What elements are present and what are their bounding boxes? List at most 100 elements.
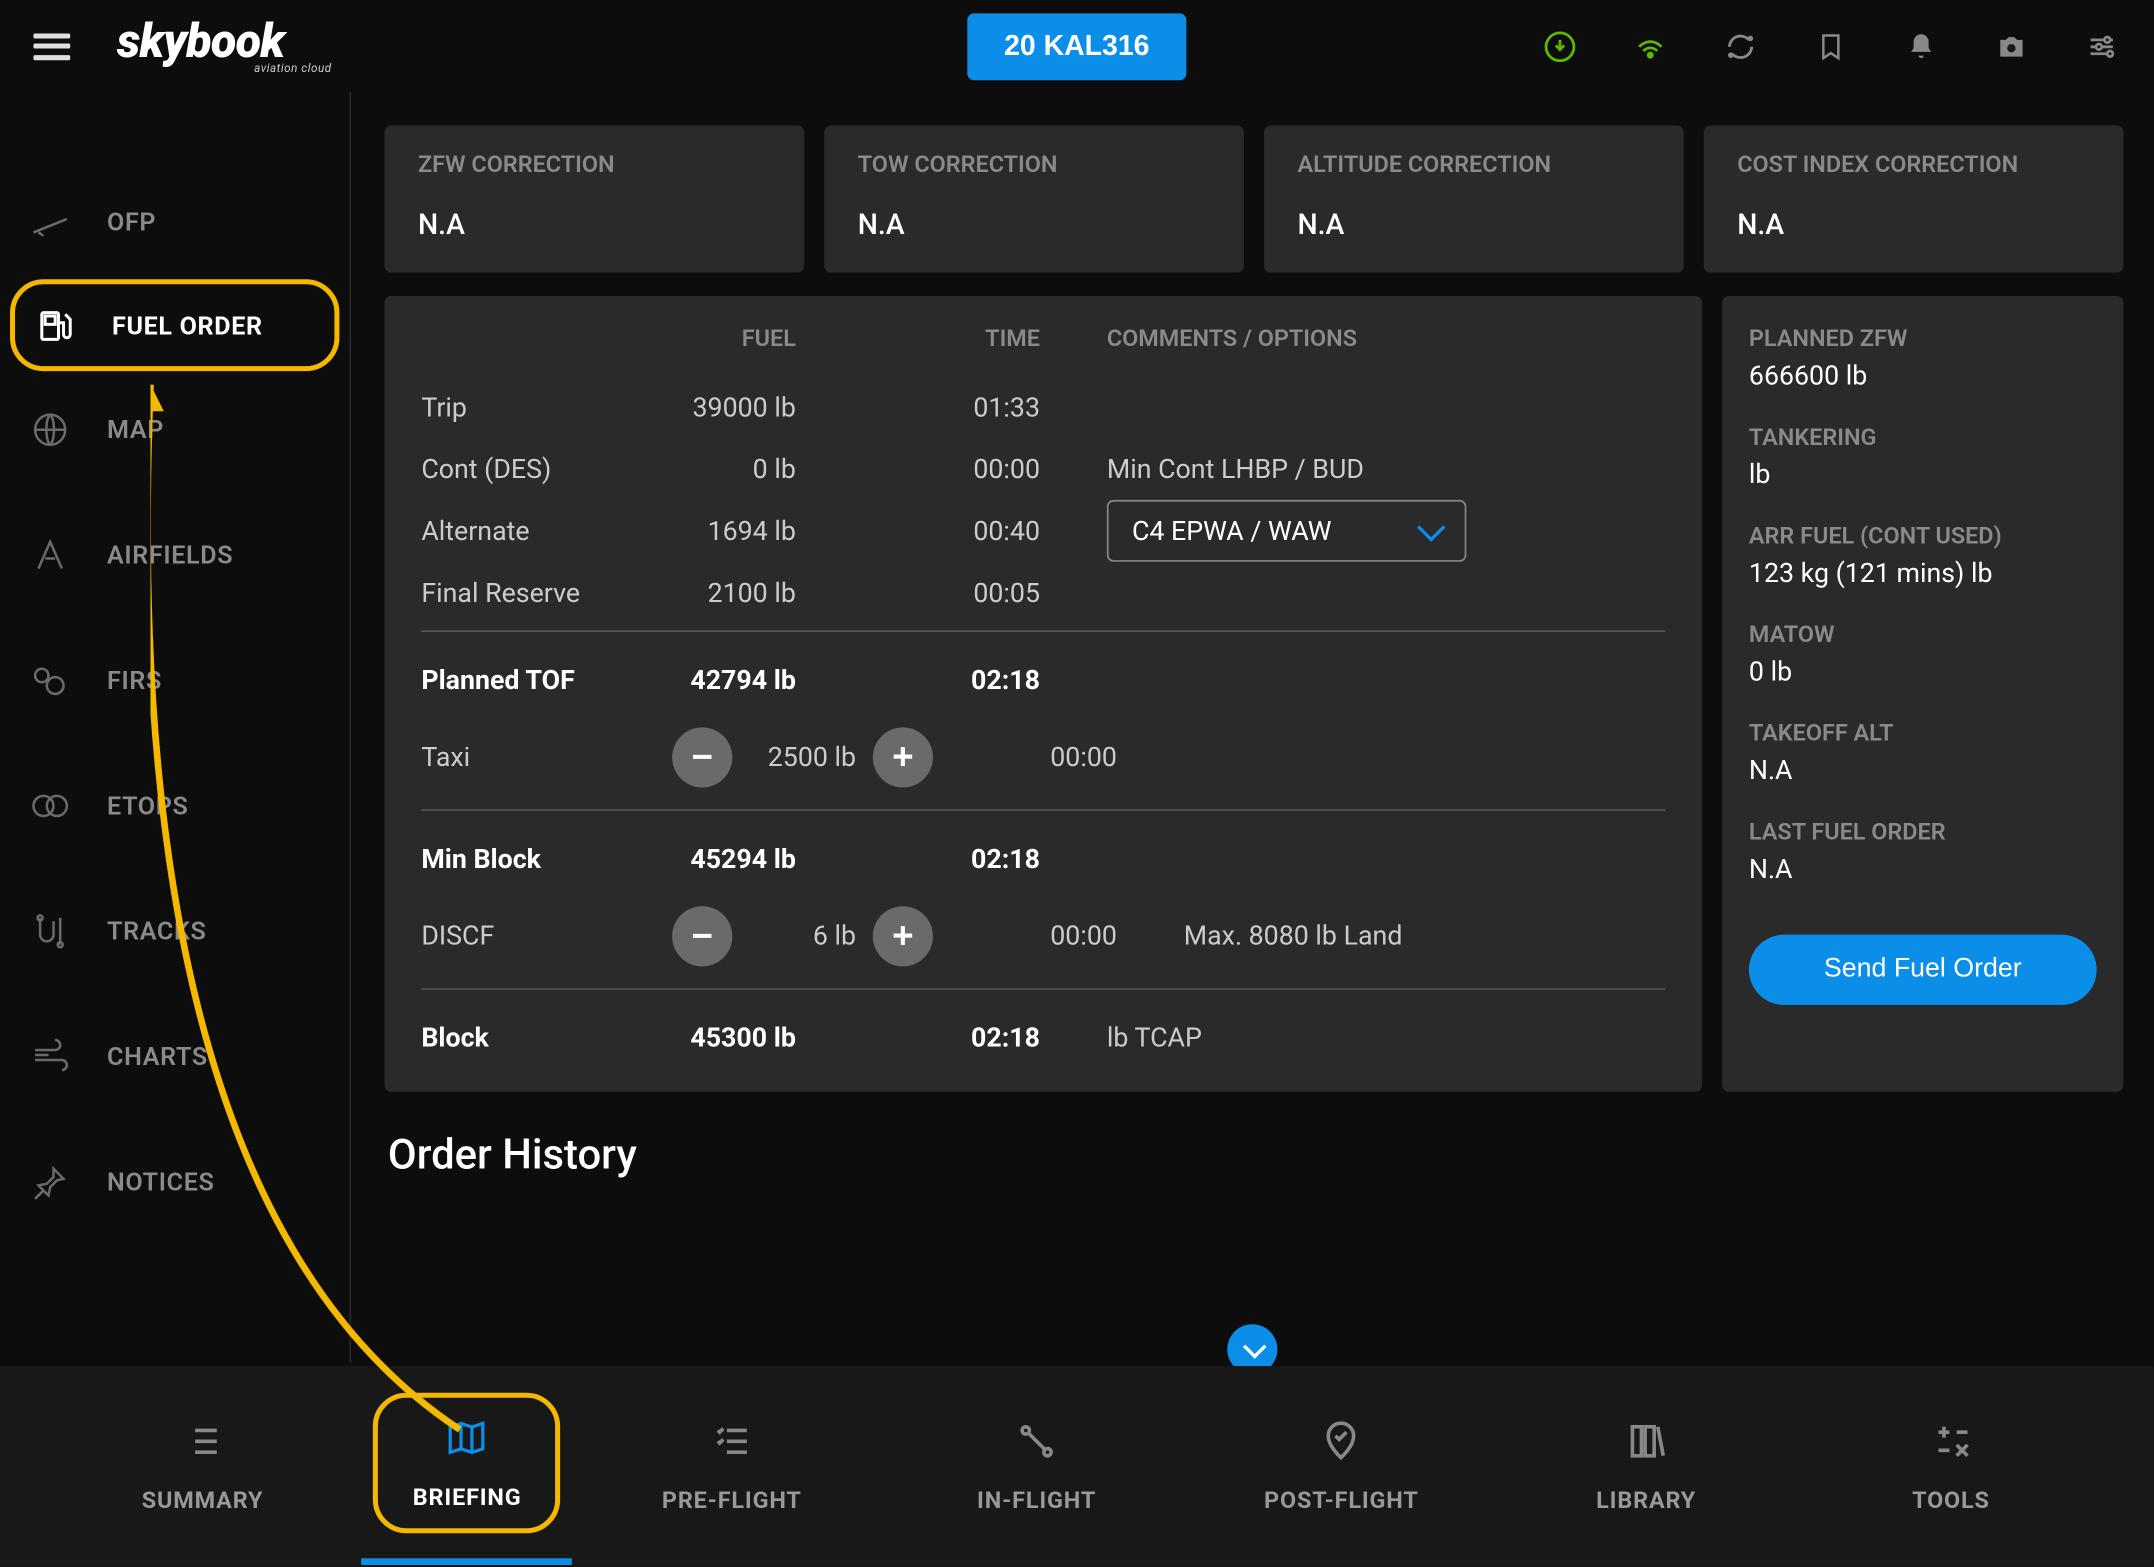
divider — [421, 809, 1665, 811]
fuel-pump-icon — [35, 305, 75, 345]
nav-library[interactable]: LIBRARY — [1512, 1418, 1780, 1515]
nav-label: PRE-FLIGHT — [662, 1488, 802, 1515]
row-block: Block 45300 lb 02:18 lb TCAP — [421, 1007, 1665, 1069]
row-taxi: Taxi − 2500 lb + 00:00 — [421, 711, 1665, 803]
tracks-icon — [30, 910, 70, 950]
camera-icon[interactable] — [1993, 28, 2030, 65]
row-discf: DISCF − 6 lb + 00:00 Max. 8080 lb Land — [421, 890, 1665, 982]
main-content: ZFW CORRECTION N.A TOW CORRECTION N.A AL… — [351, 92, 2153, 1366]
fuel-table-header: FUEL TIME COMMENTS / OPTIONS — [421, 326, 1665, 353]
globe-icon — [30, 409, 70, 449]
header: skybook aviation cloud 20 KAL316 — [0, 0, 2154, 92]
nav-label: IN-FLIGHT — [977, 1488, 1096, 1515]
sidebar-item-label: FIRS — [107, 665, 162, 695]
header-icons — [1542, 28, 2121, 65]
divider — [421, 630, 1665, 632]
card-label: COST INDEX CORRECTION — [1737, 152, 2090, 179]
sidebar: OFP FUEL ORDER MAP AIRFIELDS FIRS ETOPS … — [0, 92, 351, 1363]
plane-icon — [30, 201, 70, 241]
row-trip: Trip 39000 lb 01:33 — [421, 376, 1665, 438]
books-icon — [1623, 1418, 1670, 1465]
sidebar-item-label: CHARTS — [107, 1041, 208, 1071]
menu-button[interactable] — [33, 33, 70, 60]
send-fuel-order-button[interactable]: Send Fuel Order — [1749, 935, 2097, 1005]
taxi-decrement-button[interactable]: − — [672, 726, 732, 786]
sidebar-item-charts[interactable]: CHARTS — [0, 993, 349, 1118]
wind-icon — [30, 1036, 70, 1076]
download-icon[interactable] — [1542, 28, 1579, 65]
nav-label: LIBRARY — [1596, 1488, 1696, 1515]
sidebar-item-label: AIRFIELDS — [107, 539, 233, 569]
cost-index-correction-card[interactable]: COST INDEX CORRECTION N.A — [1704, 125, 2124, 272]
list-icon — [179, 1418, 226, 1465]
wifi-icon[interactable] — [1632, 28, 1669, 65]
sp-arr-fuel: ARR FUEL (CONT USED) 123 kg (121 mins) l… — [1749, 523, 2097, 588]
nav-pre-flight[interactable]: PRE-FLIGHT — [598, 1418, 866, 1515]
sp-last-fuel-order: LAST FUEL ORDER N.A — [1749, 819, 2097, 884]
sidebar-item-label: MAP — [107, 414, 164, 444]
sidebar-item-label: TRACKS — [107, 915, 207, 945]
alternate-dropdown[interactable]: C4 EPWA / WAW — [1107, 500, 1466, 562]
nav-label: SUMMARY — [142, 1488, 264, 1515]
discf-increment-button[interactable]: + — [873, 905, 933, 965]
card-value: N.A — [418, 209, 771, 242]
card-label: TOW CORRECTION — [858, 152, 1211, 179]
nav-summary[interactable]: SUMMARY — [69, 1418, 337, 1515]
row-planned-tof: Planned TOF 42794 lb 02:18 — [421, 649, 1665, 711]
nav-in-flight[interactable]: IN-FLIGHT — [903, 1418, 1171, 1515]
discf-decrement-button[interactable]: − — [672, 905, 732, 965]
etops-icon — [30, 785, 70, 825]
sidebar-item-firs[interactable]: FIRS — [0, 617, 349, 742]
checklist-icon — [708, 1418, 755, 1465]
nav-briefing[interactable]: BRIEFING — [374, 1393, 561, 1533]
calculator-icon — [1928, 1418, 1975, 1465]
sidebar-item-label: OFP — [107, 206, 156, 236]
settings-icon[interactable] — [2083, 28, 2120, 65]
fuel-table: FUEL TIME COMMENTS / OPTIONS Trip 39000 … — [385, 296, 1703, 1092]
location-check-icon — [1318, 1418, 1365, 1465]
sidebar-item-airfields[interactable]: AIRFIELDS — [0, 492, 349, 617]
nav-label: POST-FLIGHT — [1264, 1488, 1419, 1515]
bottom-nav: SUMMARY BRIEFING PRE-FLIGHT IN-FLIGHT PO… — [0, 1366, 2154, 1567]
row-cont: Cont (DES) 0 lb 00:00 Min Cont LHBP / BU… — [421, 438, 1665, 500]
sidebar-item-map[interactable]: MAP — [0, 366, 349, 491]
sidebar-item-etops[interactable]: ETOPS — [0, 742, 349, 867]
route-icon — [1013, 1418, 1060, 1465]
map-fold-icon — [444, 1415, 491, 1462]
sync-icon[interactable] — [1722, 28, 1759, 65]
sidebar-item-notices[interactable]: NOTICES — [0, 1119, 349, 1244]
discf-fuel-value: 6 lb — [749, 920, 856, 952]
sp-tankering: TANKERING lb — [1749, 425, 2097, 490]
pin-icon — [30, 1161, 70, 1201]
logo-text: skybook — [117, 13, 284, 68]
row-alternate: Alternate 1694 lb 00:40 C4 EPWA / WAW — [421, 500, 1665, 562]
comments-header: COMMENTS / OPTIONS — [1073, 326, 1665, 353]
zfw-correction-card[interactable]: ZFW CORRECTION N.A — [385, 125, 805, 272]
altitude-correction-card[interactable]: ALTITUDE CORRECTION N.A — [1264, 125, 1684, 272]
tow-correction-card[interactable]: TOW CORRECTION N.A — [824, 125, 1244, 272]
order-history-title: Order History — [385, 1132, 2124, 1180]
card-label: ZFW CORRECTION — [418, 152, 771, 179]
nav-post-flight[interactable]: POST-FLIGHT — [1208, 1418, 1476, 1515]
sp-takeoff-alt: TAKEOFF ALT N.A — [1749, 721, 2097, 786]
sidebar-item-fuel-order[interactable]: FUEL ORDER — [10, 279, 339, 371]
card-value: N.A — [1297, 209, 1650, 242]
bookmark-icon[interactable] — [1812, 28, 1849, 65]
time-header: TIME — [873, 326, 1074, 353]
row-min-block: Min Block 45294 lb 02:18 — [421, 828, 1665, 890]
nav-label: BRIEFING — [413, 1485, 522, 1512]
sidebar-item-tracks[interactable]: TRACKS — [0, 868, 349, 993]
row-final-reserve: Final Reserve 2100 lb 00:05 — [421, 562, 1665, 624]
sidebar-item-ofp[interactable]: OFP — [0, 159, 349, 284]
sidebar-item-label: FUEL ORDER — [112, 310, 263, 340]
bell-icon[interactable] — [1903, 28, 1940, 65]
corrections-row: ZFW CORRECTION N.A TOW CORRECTION N.A AL… — [385, 125, 2124, 272]
divider — [421, 988, 1665, 990]
nav-tools[interactable]: TOOLS — [1817, 1418, 2085, 1515]
expand-chevron-button[interactable] — [1227, 1324, 1277, 1366]
taxi-fuel-value: 2500 lb — [749, 741, 856, 773]
regions-icon — [30, 660, 70, 700]
taxi-increment-button[interactable]: + — [873, 726, 933, 786]
fuel-content-row: FUEL TIME COMMENTS / OPTIONS Trip 39000 … — [385, 296, 2124, 1092]
flight-id-button[interactable]: 20 KAL316 — [967, 13, 1186, 80]
